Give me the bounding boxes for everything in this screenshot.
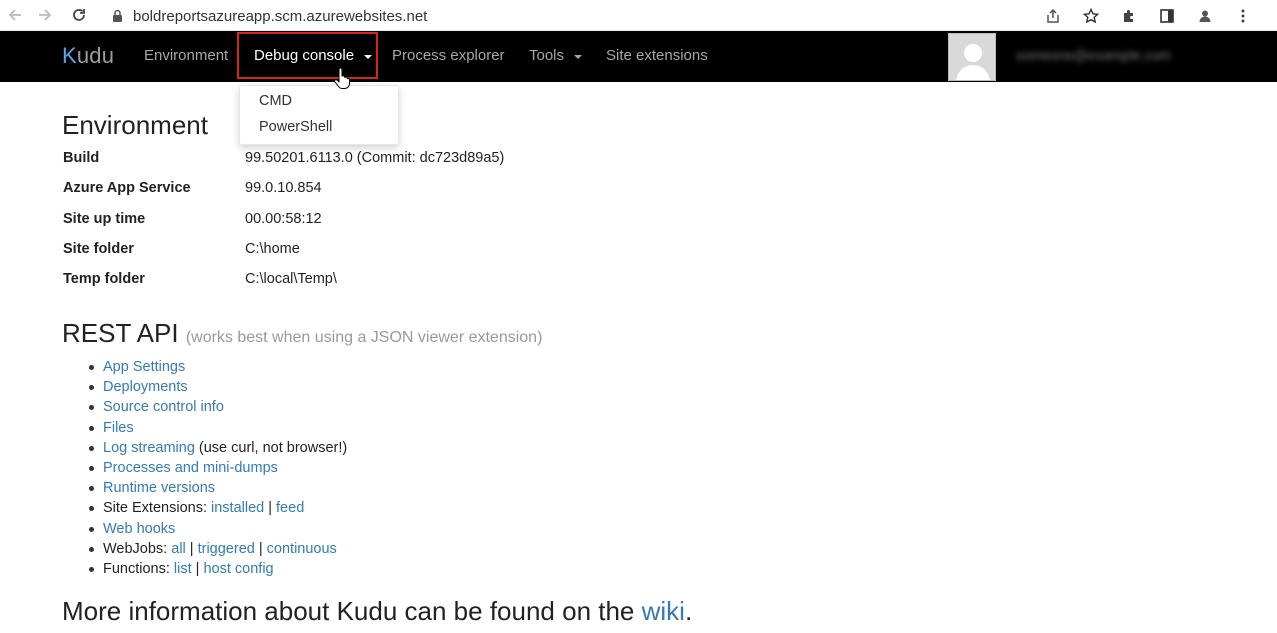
rest-api-list: App Settings Deployments Source control …	[88, 357, 348, 579]
address-bar[interactable]: boldreportsazureapp.scm.azurewebsites.ne…	[112, 7, 427, 25]
menu-item-powershell[interactable]: PowerShell	[259, 119, 332, 135]
url-text: boldreportsazureapp.scm.azurewebsites.ne…	[133, 7, 428, 25]
info-value: C:\local\Temp\	[245, 271, 337, 287]
info-value: 99.50201.6113.0 (Commit: dc723d89a5)	[245, 150, 505, 166]
separator: |	[185, 540, 198, 557]
separator: |	[191, 560, 204, 577]
avatar[interactable]	[948, 33, 996, 81]
link-wiki[interactable]: wiki	[642, 596, 685, 626]
link-processes[interactable]: Processes and mini-dumps	[103, 460, 278, 476]
nav-environment[interactable]: Environment	[144, 47, 228, 64]
site-extensions-label: Site Extensions:	[103, 500, 211, 517]
list-item: Deployments	[88, 377, 347, 397]
info-key: Build	[63, 150, 100, 166]
info-key: Azure App Service	[63, 180, 191, 196]
list-item: WebJobs: all | triggered | continuous	[88, 539, 347, 559]
hand-cursor-icon	[334, 67, 350, 89]
nav-debug-console[interactable]: Debug console	[237, 32, 378, 79]
link-webjobs-all[interactable]: all	[171, 541, 186, 557]
list-item: App Settings	[88, 357, 347, 377]
brand-rest: udu	[76, 43, 115, 68]
back-icon[interactable]	[2, 2, 28, 28]
more-info-line: More information about Kudu can be found…	[62, 596, 692, 627]
link-host-config[interactable]: host config	[203, 561, 273, 577]
nav-tools[interactable]: Tools	[529, 47, 583, 64]
menu-item-cmd[interactable]: CMD	[259, 93, 292, 109]
list-item: Site Extensions: installed | feed	[88, 498, 347, 518]
nav-process-explorer[interactable]: Process explorer	[392, 47, 505, 64]
user-silhouette-icon	[949, 34, 995, 80]
nav-tools-label: Tools	[529, 47, 565, 64]
more-info-period: .	[684, 596, 693, 626]
list-item: Functions: list | host config	[88, 559, 347, 579]
info-key: Temp folder	[63, 271, 145, 287]
link-installed[interactable]: installed	[211, 500, 264, 516]
link-runtime-versions[interactable]: Runtime versions	[103, 480, 215, 496]
sidepanel-icon[interactable]	[1155, 4, 1179, 28]
more-info-text: More information about Kudu can be found…	[62, 596, 642, 626]
link-feed[interactable]: feed	[276, 500, 304, 516]
caret-down-icon	[364, 54, 373, 59]
info-value: 00.00:58:12	[245, 211, 322, 227]
caret-down-icon	[574, 54, 583, 59]
link-functions-list[interactable]: list	[174, 561, 192, 577]
kudu-navbar: Kudu Environment Debug console Process e…	[0, 31, 1277, 82]
list-item: Processes and mini-dumps	[88, 458, 347, 478]
info-value: 99.0.10.854	[245, 180, 322, 196]
list-item: Web hooks	[88, 519, 347, 539]
list-item: Source control info	[88, 397, 347, 417]
link-web-hooks[interactable]: Web hooks	[103, 521, 175, 537]
lock-icon	[113, 9, 122, 22]
link-source-control-info[interactable]: Source control info	[103, 399, 224, 415]
link-webjobs-triggered[interactable]: triggered	[198, 541, 255, 557]
link-files[interactable]: Files	[103, 420, 134, 436]
star-icon[interactable]	[1079, 4, 1103, 28]
browser-toolbar: boldreportsazureapp.scm.azurewebsites.ne…	[0, 0, 1277, 31]
menu-icon[interactable]	[1231, 4, 1255, 28]
reload-icon[interactable]	[66, 2, 92, 28]
rest-api-subtitle: (works best when using a JSON viewer ext…	[185, 329, 543, 346]
profile-icon[interactable]	[1193, 4, 1217, 28]
user-email: someone@example.com	[1016, 47, 1172, 63]
kudu-logo[interactable]: Kudu	[62, 43, 114, 69]
environment-heading: Environment	[62, 110, 208, 140]
rest-api-heading: REST API (works best when using a JSON v…	[62, 318, 542, 349]
share-icon[interactable]	[1041, 4, 1065, 28]
forward-icon[interactable]	[32, 2, 58, 28]
separator: |	[264, 500, 277, 517]
info-value: C:\home	[245, 241, 300, 257]
browser-tools	[1041, 3, 1255, 29]
list-item: Files	[88, 418, 347, 438]
link-app-settings[interactable]: App Settings	[103, 359, 185, 375]
extensions-icon[interactable]	[1117, 4, 1141, 28]
webjobs-label: WebJobs:	[103, 540, 172, 557]
link-deployments[interactable]: Deployments	[103, 379, 188, 395]
link-log-streaming[interactable]: Log streaming	[103, 440, 195, 456]
nav-site-extensions[interactable]: Site extensions	[606, 47, 708, 64]
functions-label: Functions:	[103, 560, 174, 577]
brand-letter: K	[62, 43, 77, 68]
separator: |	[254, 540, 267, 557]
debug-console-dropdown: CMD PowerShell	[239, 85, 399, 145]
link-webjobs-continuous[interactable]: continuous	[267, 541, 337, 557]
nav-debug-console-label: Debug console	[254, 47, 355, 64]
list-item: Runtime versions	[88, 478, 347, 498]
log-streaming-note: (use curl, not browser!)	[194, 439, 348, 456]
info-key: Site up time	[63, 211, 146, 227]
rest-api-title: REST API	[62, 318, 179, 348]
info-key: Site folder	[63, 241, 134, 257]
list-item: Log streaming (use curl, not browser!)	[88, 438, 348, 458]
